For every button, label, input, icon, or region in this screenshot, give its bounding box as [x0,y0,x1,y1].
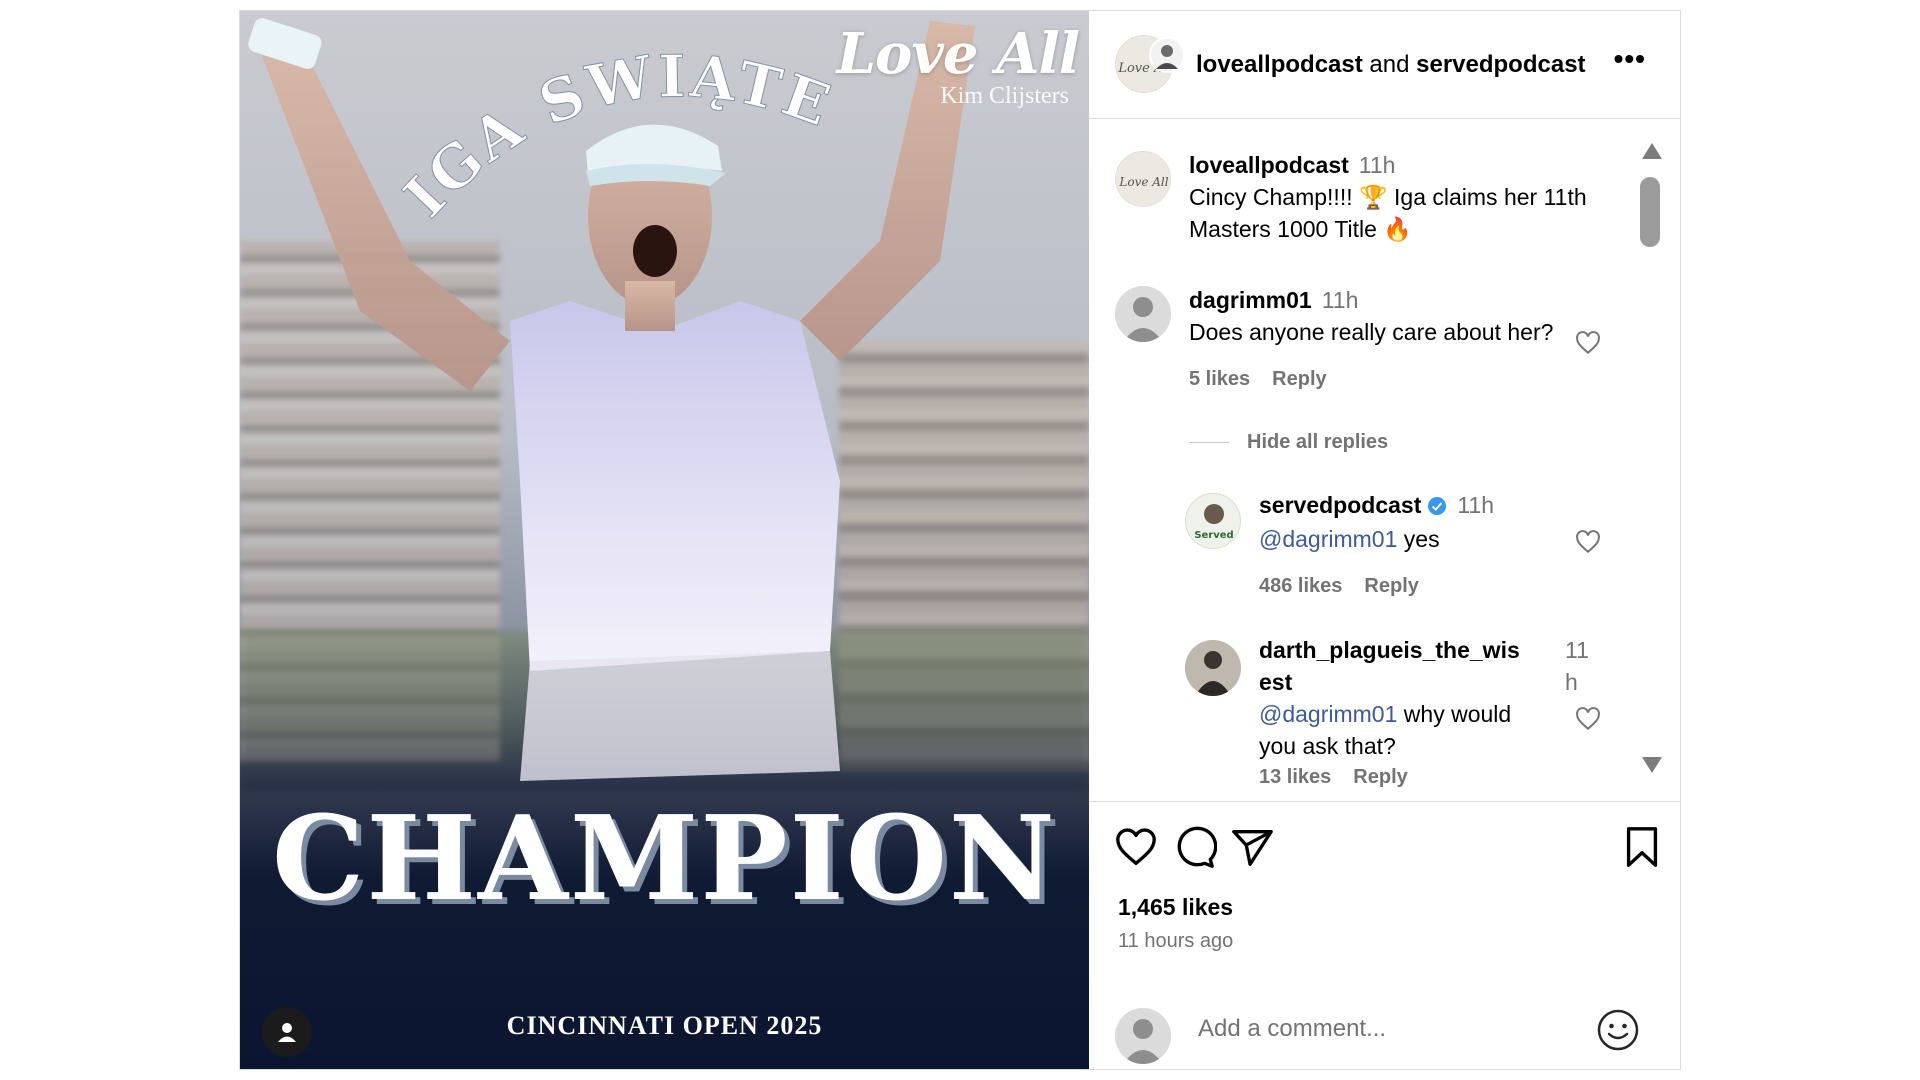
comment-reply-button[interactable]: Reply [1272,368,1326,390]
heart-icon[interactable] [1113,824,1159,870]
reply-likes[interactable]: 486 likes [1259,575,1342,597]
reply-row: Served servedpodcast 11h @dagrimm01 yes 4… [1089,479,1649,597]
person-photo-icon [1185,640,1241,696]
reply-username[interactable]: servedpodcast [1259,492,1421,518]
bookmark-icon[interactable] [1619,824,1665,870]
svg-text:IGA SWIĄTEK: IGA SWIĄTEK [240,11,841,230]
reply-text-line-2: you ask that? [1259,733,1396,759]
comment-icon[interactable] [1171,824,1217,870]
reply-time-line-1: 11 [1565,637,1589,663]
brand-name: Love All [836,21,1080,87]
svg-text:Served: Served [1194,530,1233,541]
default-avatar-icon [1115,1008,1171,1064]
comment-username[interactable]: dagrimm01 [1189,287,1312,313]
add-comment-bar [1089,992,1680,1070]
reply-row: darth_plagueis_the_wis est @dagrimm01 wh… [1089,624,1649,799]
replies-divider-line [1189,442,1229,444]
caption-username[interactable]: loveallpodcast [1189,152,1349,178]
default-avatar-icon [1115,286,1171,342]
reply-reply-button[interactable]: Reply [1353,766,1407,788]
reply-likes[interactable]: 13 likes [1259,766,1331,788]
caption-avatar[interactable]: Love All [1115,151,1171,207]
smiley-icon[interactable] [1596,1008,1640,1052]
collaborator-avatar[interactable] [1149,37,1185,73]
scrollbar-thumb[interactable] [1640,177,1660,247]
collaborator-username-link[interactable]: servedpodcast [1416,51,1585,78]
commenter-avatar[interactable] [1115,286,1171,342]
current-user-avatar [1115,1008,1171,1064]
loveall-logo-icon: Love All [1118,175,1168,189]
comments-scrollbar[interactable] [1640,139,1662,789]
person-photo-icon [1156,45,1178,69]
author-username-link[interactable]: loveallpodcast [1196,51,1363,78]
reply-username-line-2[interactable]: est [1259,666,1549,698]
tagged-users-button[interactable] [262,1007,312,1057]
authors-joiner: and [1362,51,1417,78]
brand-logo: Love All Kim Clijsters [836,21,1080,110]
reply-time-line-2: h [1565,669,1578,695]
scroll-down-arrow-icon[interactable] [1642,757,1662,773]
more-options-button[interactable]: ••• [1614,43,1646,75]
user-icon [278,1023,296,1042]
svg-text:Love All: Love All [1118,175,1168,189]
reply-time[interactable]: 11h [1457,492,1494,518]
comment-likes[interactable]: 5 likes [1189,368,1250,390]
reply-username-line-1[interactable]: darth_plagueis_the_wis [1259,634,1549,666]
reply-meta: 486 likes Reply [1259,575,1441,598]
add-comment-input[interactable] [1196,1014,1580,1044]
reply-time[interactable]: 11 h [1565,634,1589,698]
comment-body: dagrimm01 11h Does anyone really care abo… [1189,284,1553,348]
like-reply-heart-icon[interactable] [1575,529,1601,555]
post-image[interactable]: IGA SWIĄTEK Love All Kim Clijsters CHAMP… [240,11,1089,1069]
reply-avatar[interactable]: Served [1185,493,1241,549]
reply-reply-button[interactable]: Reply [1364,575,1418,597]
comments-list[interactable]: Love All loveallpodcast 11h Cincy Champ!!… [1089,119,1680,799]
caption-time[interactable]: 11h [1359,152,1396,178]
scroll-up-arrow-icon[interactable] [1642,143,1662,159]
brand-subtitle: Kim Clijsters [940,83,1069,109]
caption-row: Love All loveallpodcast 11h Cincy Champ!!… [1089,119,1649,242]
comment-meta: 5 likes Reply [1189,368,1349,391]
reply-meta: 13 likes Reply [1259,766,1430,789]
likes-count[interactable]: 1,465 likes [1118,894,1233,921]
post-side-panel: Love All loveallpodcast and servedpodcas… [1089,11,1680,1069]
verified-badge-icon [1428,497,1447,515]
event-name: CINCINNATI OPEN 2025 [506,1011,823,1040]
post-timestamp[interactable]: 11 hours ago [1118,930,1233,953]
post-header: Love All loveallpodcast and servedpodcas… [1089,11,1680,119]
caption-text-line-2: Masters 1000 Title 🔥 [1189,216,1412,242]
instagram-post: IGA SWIĄTEK Love All Kim Clijsters CHAMP… [239,10,1681,1070]
send-icon[interactable] [1229,824,1275,870]
comment-text: Does anyone really care about her? [1189,319,1554,345]
reply-body: darth_plagueis_the_wis est @dagrimm01 wh… [1259,634,1549,762]
reply-text-line-1: why would [1397,701,1512,727]
hide-replies-label[interactable]: Hide all replies [1247,431,1388,453]
hide-replies-toggle[interactable]: Hide all replies [1189,431,1388,454]
like-reply-heart-icon[interactable] [1575,706,1601,732]
arc-title-text: IGA SWIĄTEK [240,11,839,231]
post-footer: 1,465 likes 11 hours ago [1089,801,1680,1069]
reply-mention-link[interactable]: @dagrimm01 [1259,701,1397,727]
caption-text-line-1: Cincy Champ!!!! 🏆 Iga claims her 11th [1189,184,1587,210]
served-logo-icon: Served [1194,504,1234,541]
comment-row: dagrimm01 11h Does anyone really care abo… [1089,254,1649,390]
post-authors: loveallpodcast and servedpodcast [1196,51,1586,79]
reply-avatar[interactable] [1185,640,1241,696]
headline-champion: CHAMPION [272,791,1057,927]
reply-mention-link[interactable]: @dagrimm01 [1259,526,1397,552]
like-comment-heart-icon[interactable] [1575,330,1601,356]
reply-text: yes [1397,526,1440,552]
caption-body: loveallpodcast 11h Cincy Champ!!!! 🏆 Iga … [1189,149,1587,245]
comment-time[interactable]: 11h [1322,287,1359,313]
reply-body: servedpodcast 11h @dagrimm01 yes [1259,489,1494,555]
